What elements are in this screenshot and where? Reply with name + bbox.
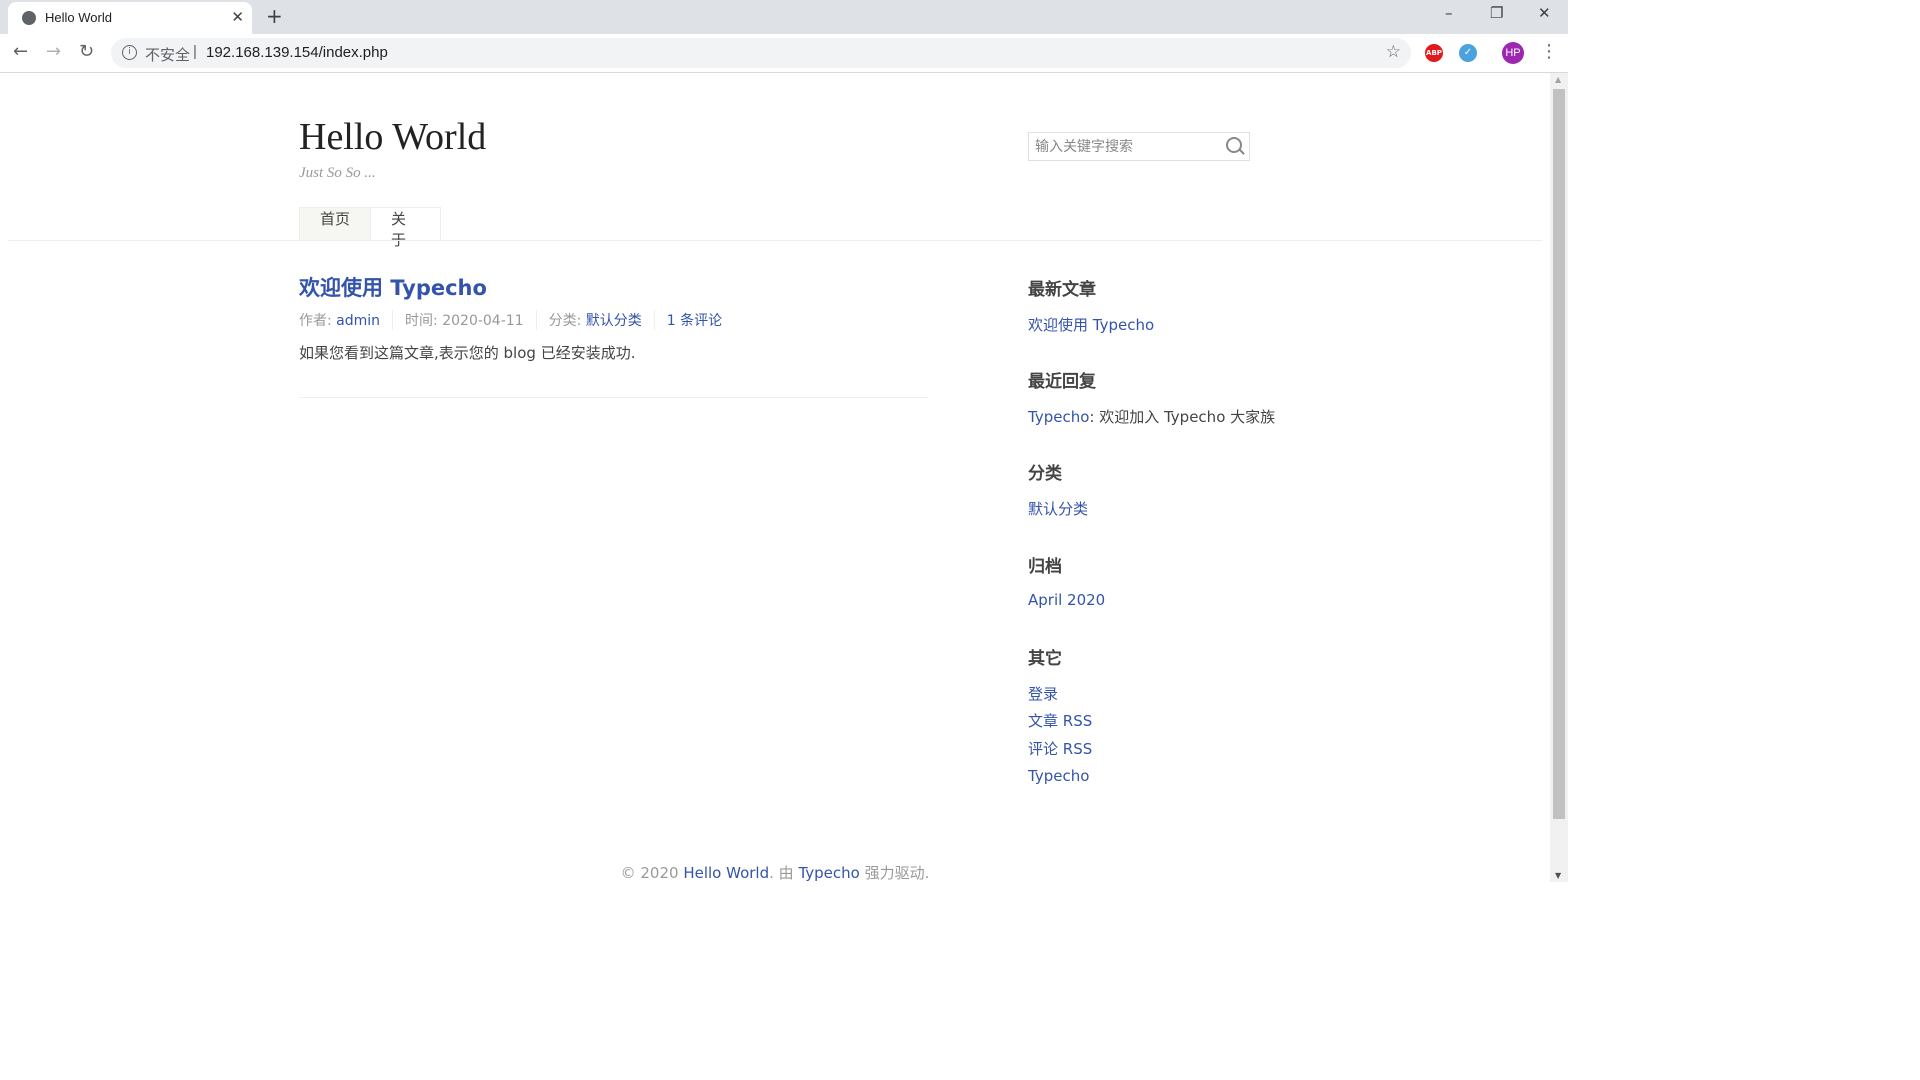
recent-post-link[interactable]: 欢迎使用 Typecho xyxy=(1028,314,1154,335)
bookmark-star-icon[interactable]: ☆ xyxy=(1386,42,1401,62)
footer-middle: . 由 xyxy=(769,864,799,882)
browser-tab[interactable]: Hello World ✕ xyxy=(8,2,252,34)
extension-icon[interactable]: ✓ xyxy=(1459,44,1477,62)
widget-title-categories: 分类 xyxy=(1028,464,1062,484)
new-tab-button[interactable]: + xyxy=(266,4,283,28)
category-link[interactable]: 默认分类 xyxy=(586,313,642,329)
post-divider xyxy=(299,397,928,398)
post-category: 分类: 默认分类 xyxy=(535,310,654,330)
archive-item[interactable]: April 2020 xyxy=(1028,591,1105,609)
forward-button[interactable]: → xyxy=(46,41,61,62)
widget-title-other: 其它 xyxy=(1028,649,1062,669)
security-label: 不安全 xyxy=(145,47,191,64)
vertical-scrollbar[interactable]: ▲ ▼ xyxy=(1550,73,1568,882)
typecho-link[interactable]: Typecho xyxy=(1028,767,1089,785)
search-icon[interactable] xyxy=(1226,137,1242,153)
post-comments: 1 条评论 xyxy=(653,310,734,330)
login-link[interactable]: 登录 xyxy=(1028,683,1058,704)
category-label: 分类: xyxy=(548,313,586,329)
browser-menu-icon[interactable]: ⋮ xyxy=(1540,41,1558,62)
info-icon[interactable]: i xyxy=(122,45,137,60)
site-title[interactable]: Hello World xyxy=(299,115,486,159)
browser-toolbar: ← → ↻ i 不安全 | 192.168.139.154/index.php … xyxy=(0,34,1568,73)
nav-item-home[interactable]: 首页 xyxy=(299,207,371,241)
address-separator: | xyxy=(193,43,197,60)
header-divider xyxy=(8,240,1542,241)
minimize-button[interactable]: – xyxy=(1445,4,1453,22)
search-box xyxy=(1028,132,1250,161)
category-item[interactable]: 默认分类 xyxy=(1028,498,1088,519)
footer: © 2020 Hello World. 由 Typecho 强力驱动. xyxy=(0,862,1550,882)
search-input[interactable] xyxy=(1029,133,1226,160)
window-close-button[interactable]: ✕ xyxy=(1538,4,1551,22)
footer-copyright: © 2020 xyxy=(620,864,684,882)
back-button[interactable]: ← xyxy=(13,41,28,62)
globe-icon xyxy=(22,11,36,25)
posts-rss-link[interactable]: 文章 RSS xyxy=(1028,710,1092,731)
scroll-up-arrow-icon[interactable]: ▲ xyxy=(1555,75,1561,84)
post-body: 如果您看到这篇文章,表示您的 blog 已经安装成功. xyxy=(299,344,636,362)
scrollbar-thumb[interactable] xyxy=(1553,89,1565,819)
url-text[interactable]: 192.168.139.154/index.php xyxy=(206,44,388,61)
recent-comment: Typecho: 欢迎加入 Typecho 大家族 xyxy=(1028,406,1275,427)
time-label: 时间: xyxy=(405,313,443,329)
restore-button[interactable]: ❐ xyxy=(1490,4,1503,22)
tab-close-icon[interactable]: ✕ xyxy=(231,8,244,26)
tab-title: Hello World xyxy=(45,10,112,25)
widget-title-recent-posts: 最新文章 xyxy=(1028,280,1096,300)
time-value: 2020-04-11 xyxy=(442,313,524,329)
page-viewport: Hello World Just So So ... 首页 关于 欢迎使用 Ty… xyxy=(0,73,1550,882)
nav-item-about[interactable]: 关于 xyxy=(371,207,441,249)
comments-rss-link[interactable]: 评论 RSS xyxy=(1028,738,1092,759)
footer-powered-link[interactable]: Typecho xyxy=(798,864,859,882)
author-label: 作者: xyxy=(299,313,337,329)
post-author: 作者: admin xyxy=(299,310,392,330)
widget-title-recent-comments: 最近回复 xyxy=(1028,372,1096,392)
profile-avatar[interactable]: HP xyxy=(1502,42,1524,64)
comment-text[interactable]: : 欢迎加入 Typecho 大家族 xyxy=(1089,408,1275,426)
adblock-extension-icon[interactable]: ABP xyxy=(1425,44,1443,62)
post-title[interactable]: 欢迎使用 Typecho xyxy=(299,272,487,302)
comment-author-link[interactable]: Typecho xyxy=(1028,408,1089,426)
scroll-down-arrow-icon[interactable]: ▼ xyxy=(1555,871,1561,880)
comments-link[interactable]: 1 条评论 xyxy=(667,313,722,329)
reload-button[interactable]: ↻ xyxy=(79,41,94,62)
author-link[interactable]: admin xyxy=(336,313,380,329)
tab-bar: Hello World ✕ + – ❐ ✕ xyxy=(0,0,1568,34)
footer-suffix: 强力驱动. xyxy=(859,864,930,882)
post-meta: 作者: admin 时间: 2020-04-11 分类: 默认分类 1 条评论 xyxy=(299,310,734,330)
site-description: Just So So ... xyxy=(299,165,376,181)
footer-site-link[interactable]: Hello World xyxy=(683,864,769,882)
widget-title-archives: 归档 xyxy=(1028,557,1062,577)
post-time: 时间: 2020-04-11 xyxy=(392,310,536,330)
address-bar[interactable]: i 不安全 | 192.168.139.154/index.php ☆ xyxy=(111,38,1411,68)
